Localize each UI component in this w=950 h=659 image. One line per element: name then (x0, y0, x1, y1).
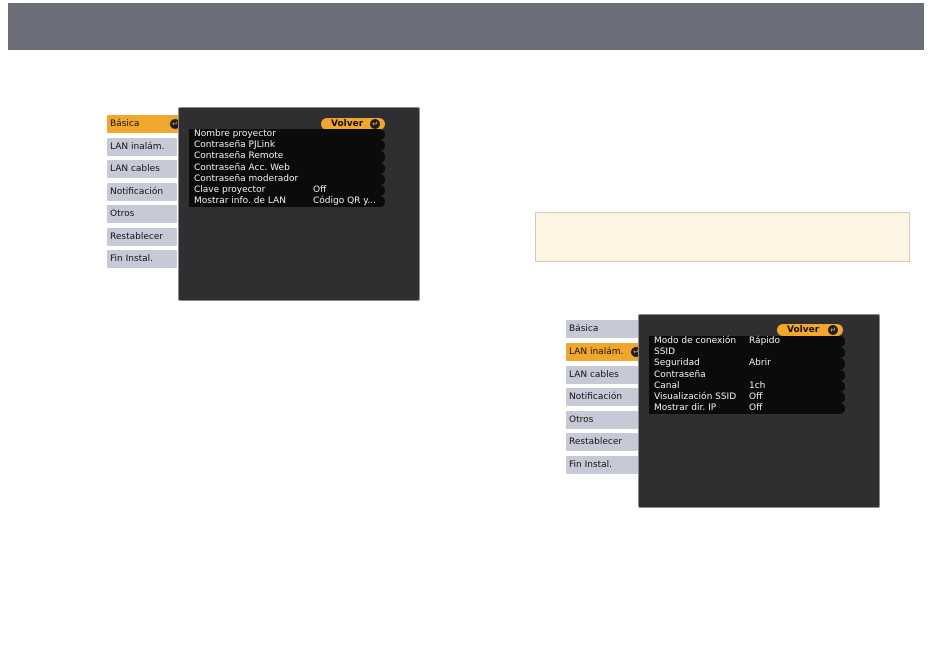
back-button-label: Volver (331, 119, 364, 129)
setting-label: Clave proyector (194, 184, 266, 195)
tab-label: LAN cables (569, 369, 619, 380)
setting-clave-proyector[interactable]: Clave proyector Off (189, 184, 385, 197)
setting-label: Mostrar dir. IP (654, 403, 717, 414)
tab-lan-cables[interactable]: LAN cables (107, 160, 177, 178)
setting-mostrar-dir-ip[interactable]: Mostrar dir. IP Off (649, 403, 845, 415)
settings-panel-basica: Básica ↵ LAN inalám. LAN cables Notifica… (107, 107, 420, 301)
settings-panel-lan-inalam: Básica LAN inalám. ↵ LAN cables Notifica… (566, 314, 880, 508)
menu-content: Volver ↵ Modo de conexión Rápido SSID Se… (638, 314, 880, 508)
setting-label: Contraseña PJLink (194, 140, 276, 151)
menu-content: Volver ↵ Nombre proyector Contraseña PJL… (178, 107, 420, 301)
setting-contrasena-remote[interactable]: Contraseña Remote (189, 151, 385, 163)
setting-label: Contraseña Remote (194, 151, 284, 162)
settings-list: Modo de conexión Rápido SSID Seguridad A… (649, 336, 845, 415)
tab-basica[interactable]: Básica (566, 320, 638, 338)
setting-visualizacion-ssid[interactable]: Visualización SSID Off (649, 391, 845, 404)
tab-otros[interactable]: Otros (107, 205, 177, 223)
tab-label: Fin Instal. (110, 254, 154, 264)
setting-value: Código QR y... (313, 196, 376, 207)
setting-label: Seguridad (654, 358, 700, 369)
setting-contrasena-pjlink[interactable]: Contraseña PJLink (189, 140, 385, 152)
back-button-label: Volver (787, 325, 820, 335)
tab-label: Fin Instal. (569, 459, 613, 470)
setting-label: Nombre proyector (194, 129, 276, 139)
tab-label: Otros (569, 414, 594, 425)
tab-restablecer[interactable]: Restablecer (107, 227, 177, 246)
setting-value: Abrir (749, 358, 771, 369)
tab-restablecer[interactable]: Restablecer (566, 433, 638, 451)
setting-label: Visualización SSID (654, 391, 737, 402)
setting-value: Rápido (749, 336, 781, 346)
setting-canal[interactable]: Canal 1ch (649, 380, 845, 392)
tab-notificacion[interactable]: Notificación (566, 388, 638, 406)
setting-seguridad[interactable]: Seguridad Abrir (649, 358, 845, 370)
setting-label: Contraseña (654, 369, 706, 380)
setting-mostrar-info-lan[interactable]: Mostrar info. de LAN Código QR y... (189, 196, 385, 208)
tab-label: Notificación (110, 186, 164, 197)
return-arrow-icon: ↵ (828, 325, 838, 335)
setting-nombre-proyector[interactable]: Nombre proyector (189, 129, 385, 141)
setting-value: Off (749, 391, 763, 402)
setting-label: Contraseña Acc. Web (194, 162, 290, 173)
return-arrow-icon: ↵ (370, 119, 380, 129)
setting-label: Canal (654, 380, 680, 391)
tab-label: Básica (110, 119, 140, 129)
tab-label: Otros (110, 209, 135, 219)
tab-label: Restablecer (110, 231, 164, 242)
setting-ssid[interactable]: SSID (649, 347, 845, 359)
setting-contrasena-moderador[interactable]: Contraseña moderador (189, 173, 385, 185)
setting-contrasena[interactable]: Contraseña (649, 369, 845, 381)
tab-label: Notificación (569, 392, 623, 402)
setting-value: Off (749, 403, 763, 414)
setting-label: Mostrar info. de LAN (194, 196, 286, 207)
setting-value: 1ch (749, 380, 766, 391)
setting-label: Modo de conexión (654, 336, 737, 346)
tab-label: Básica (569, 324, 599, 334)
tab-fin-instal[interactable]: Fin Instal. (566, 455, 638, 474)
tab-basica[interactable]: Básica ↵ (107, 115, 183, 133)
setting-label: SSID (654, 347, 676, 358)
tab-otros[interactable]: Otros (566, 410, 638, 429)
tab-notificacion[interactable]: Notificación (107, 182, 177, 201)
settings-list: Nombre proyector Contraseña PJLink Contr… (189, 129, 385, 208)
tab-fin-instal[interactable]: Fin Instal. (107, 250, 177, 268)
tab-label: Restablecer (569, 437, 623, 447)
note-box (535, 212, 910, 262)
setting-contrasena-acc-web[interactable]: Contraseña Acc. Web (189, 162, 385, 174)
back-button[interactable]: Volver ↵ (777, 324, 843, 336)
tab-label: LAN cables (110, 164, 160, 174)
tab-label: LAN inalám. (110, 141, 165, 152)
top-bar (8, 3, 924, 50)
tab-label: LAN inalám. (569, 347, 624, 357)
tab-lan-cables[interactable]: LAN cables (566, 365, 638, 384)
tab-lan-inalam[interactable]: LAN inalám. (107, 137, 177, 156)
setting-value: Off (313, 184, 327, 195)
tab-lan-inalam[interactable]: LAN inalám. ↵ (566, 343, 644, 361)
setting-modo-conexion[interactable]: Modo de conexión Rápido (649, 336, 845, 348)
setting-label: Contraseña moderador (194, 173, 299, 184)
